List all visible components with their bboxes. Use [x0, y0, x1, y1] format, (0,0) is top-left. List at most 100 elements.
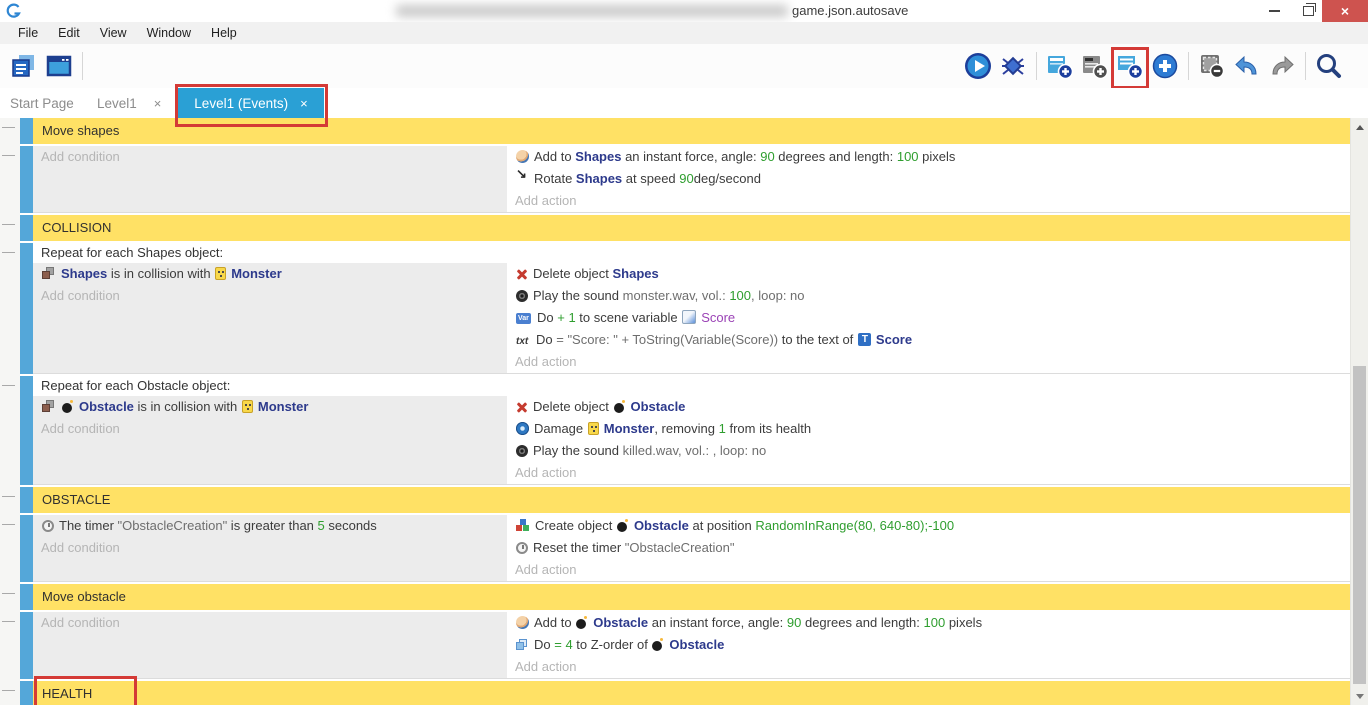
sound-icon [516, 445, 528, 457]
tab-close-icon[interactable]: × [154, 96, 162, 111]
action-row[interactable]: Play the sound killed.wav, vol.: , loop:… [510, 440, 1351, 462]
tab-level1[interactable]: Level1 × [97, 88, 161, 118]
text-segment: Add action [515, 659, 576, 674]
group-header[interactable]: COLLISION [33, 215, 1351, 241]
vertical-scrollbar[interactable] [1350, 118, 1368, 705]
add-event-button[interactable] [1044, 50, 1076, 82]
add-other-event-button[interactable] [1149, 50, 1181, 82]
restore-button[interactable] [1292, 0, 1324, 22]
group-header[interactable]: OBSTACLE [33, 487, 1351, 513]
repeat-header[interactable]: Repeat for each Shapes object: [33, 243, 1351, 263]
text-segment: 100 [897, 149, 919, 164]
event-selection-bar[interactable] [20, 515, 33, 582]
fold-handle[interactable] [0, 215, 20, 241]
tab-start-page[interactable]: Start Page [10, 88, 74, 118]
scroll-down-icon[interactable] [1351, 688, 1368, 704]
action-row[interactable]: Add to Shapes an instant force, angle: 9… [510, 146, 1351, 168]
condition-row[interactable]: Obstacle is in collision with Monster [33, 396, 507, 418]
repeat-header[interactable]: Repeat for each Obstacle object: [33, 376, 1351, 396]
condition-row[interactable]: The timer "ObstacleCreation" is greater … [33, 515, 507, 537]
scroll-up-icon[interactable] [1351, 119, 1368, 135]
event-selection-bar[interactable] [20, 215, 33, 241]
fold-handle[interactable] [0, 376, 20, 485]
event-selection-bar[interactable] [20, 681, 33, 705]
monster-icon [215, 267, 226, 280]
add-action-button[interactable]: Add action [510, 656, 1351, 678]
action-row[interactable]: Delete object Shapes [510, 263, 1351, 285]
action-row[interactable]: Add to Obstacle an instant force, angle:… [510, 612, 1351, 634]
action-row[interactable]: Damage Monster, removing 1 from its heal… [510, 418, 1351, 440]
minimize-button[interactable] [1258, 0, 1290, 22]
add-action-button[interactable]: Add action [510, 190, 1351, 212]
open-scene-editor-button[interactable] [43, 50, 75, 82]
menu-file[interactable]: File [8, 22, 48, 44]
text-segment: Delete object [533, 399, 613, 414]
action-row[interactable]: Do + 1 to scene variable Score [510, 307, 1351, 329]
fold-handle[interactable] [0, 584, 20, 610]
add-sub-event-button[interactable] [1114, 50, 1146, 82]
delete-icon [516, 268, 528, 280]
add-action-button[interactable]: Add action [510, 559, 1351, 581]
action-row[interactable]: Play the sound monster.wav, vol.: 100, l… [510, 285, 1351, 307]
open-project-items-button[interactable] [8, 50, 40, 82]
text-segment: Monster [604, 421, 655, 436]
search-button[interactable] [1313, 50, 1345, 82]
event-selection-bar[interactable] [20, 243, 33, 374]
add-comment-button[interactable] [1079, 50, 1111, 82]
event-selection-bar[interactable] [20, 612, 33, 679]
action-row[interactable]: Do = 4 to Z-order of Obstacle [510, 634, 1351, 656]
menu-window[interactable]: Window [137, 22, 201, 44]
text-segment: = 4 [554, 637, 572, 652]
play-button[interactable] [962, 50, 994, 82]
title-bar: game.json.autosave × [0, 0, 1368, 23]
tab-level1-events[interactable]: Level1 (Events) × [178, 88, 324, 118]
variable-icon [516, 313, 532, 324]
close-button[interactable]: × [1322, 0, 1368, 22]
scrollbar-thumb[interactable] [1353, 366, 1366, 684]
actions-column: Delete object ShapesPlay the sound monst… [510, 263, 1351, 373]
add-condition-button[interactable]: Add condition [33, 146, 507, 168]
action-row[interactable]: Delete object Obstacle [510, 396, 1351, 418]
event-selection-bar[interactable] [20, 118, 33, 144]
add-condition-button[interactable]: Add condition [33, 285, 507, 307]
condition-row[interactable]: Shapes is in collision with Monster [33, 263, 507, 285]
group-header[interactable]: Move obstacle [33, 584, 1351, 610]
fold-handle[interactable] [0, 612, 20, 679]
text-segment: is greater than [227, 518, 317, 533]
menu-help[interactable]: Help [201, 22, 247, 44]
action-row[interactable]: Create object Obstacle at position Rando… [510, 515, 1351, 537]
fold-handle[interactable] [0, 681, 20, 705]
fold-handle[interactable] [0, 243, 20, 374]
text-segment: Shapes [576, 171, 622, 186]
action-row[interactable]: Do = "Score: " + ToString(Variable(Score… [510, 329, 1351, 351]
remove-event-button[interactable] [1196, 50, 1228, 82]
menu-view[interactable]: View [90, 22, 137, 44]
add-condition-button[interactable]: Add condition [33, 612, 507, 634]
text-segment: 90 [679, 171, 693, 186]
fold-handle[interactable] [0, 487, 20, 513]
add-action-button[interactable]: Add action [510, 462, 1351, 484]
group-header[interactable]: Move shapes [33, 118, 1351, 144]
event-selection-bar[interactable] [20, 584, 33, 610]
add-condition-button[interactable]: Add condition [33, 418, 507, 440]
debug-button[interactable] [997, 50, 1029, 82]
add-condition-button[interactable]: Add condition [33, 537, 507, 559]
action-row[interactable]: Rotate Shapes at speed 90deg/second [510, 168, 1351, 190]
event-selection-bar[interactable] [20, 376, 33, 485]
fold-handle[interactable] [0, 118, 20, 144]
sound-icon [516, 290, 528, 302]
menu-edit[interactable]: Edit [48, 22, 90, 44]
event-selection-bar[interactable] [20, 146, 33, 213]
text-segment: Monster [231, 266, 282, 281]
tab-close-icon[interactable]: × [300, 96, 308, 111]
fold-handle[interactable] [0, 146, 20, 213]
event-selection-bar[interactable] [20, 487, 33, 513]
action-row[interactable]: Reset the timer "ObstacleCreation" [510, 537, 1351, 559]
redo-button[interactable] [1266, 50, 1298, 82]
undo-button[interactable] [1231, 50, 1263, 82]
gdevelop-logo-icon [6, 3, 22, 24]
add-action-button[interactable]: Add action [510, 351, 1351, 373]
actions-column: Add to Shapes an instant force, angle: 9… [510, 146, 1351, 212]
fold-handle[interactable] [0, 515, 20, 582]
group-header[interactable]: HEALTH [33, 681, 1351, 705]
